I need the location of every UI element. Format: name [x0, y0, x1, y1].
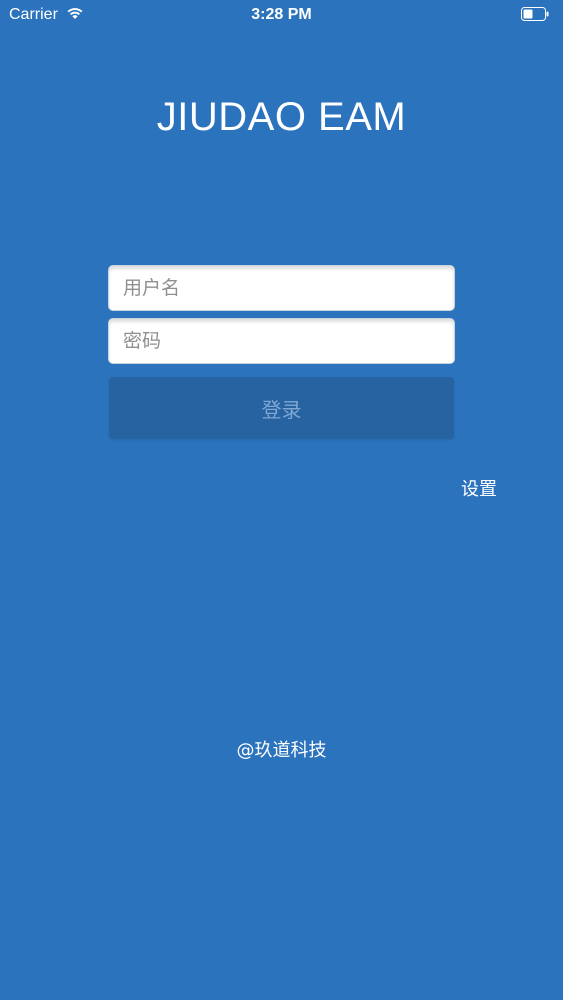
app-title: JIUDAO EAM — [156, 95, 407, 139]
status-bar: Carrier 3:28 PM — [0, 0, 563, 30]
login-button[interactable]: 登录 — [109, 377, 454, 439]
battery-icon — [521, 7, 549, 21]
settings-link[interactable]: 设置 — [461, 478, 497, 502]
password-input[interactable] — [108, 318, 455, 364]
status-time: 3:28 PM — [251, 6, 312, 23]
footer-copyright: @玖道科技 — [236, 740, 327, 761]
username-input[interactable] — [108, 265, 455, 311]
